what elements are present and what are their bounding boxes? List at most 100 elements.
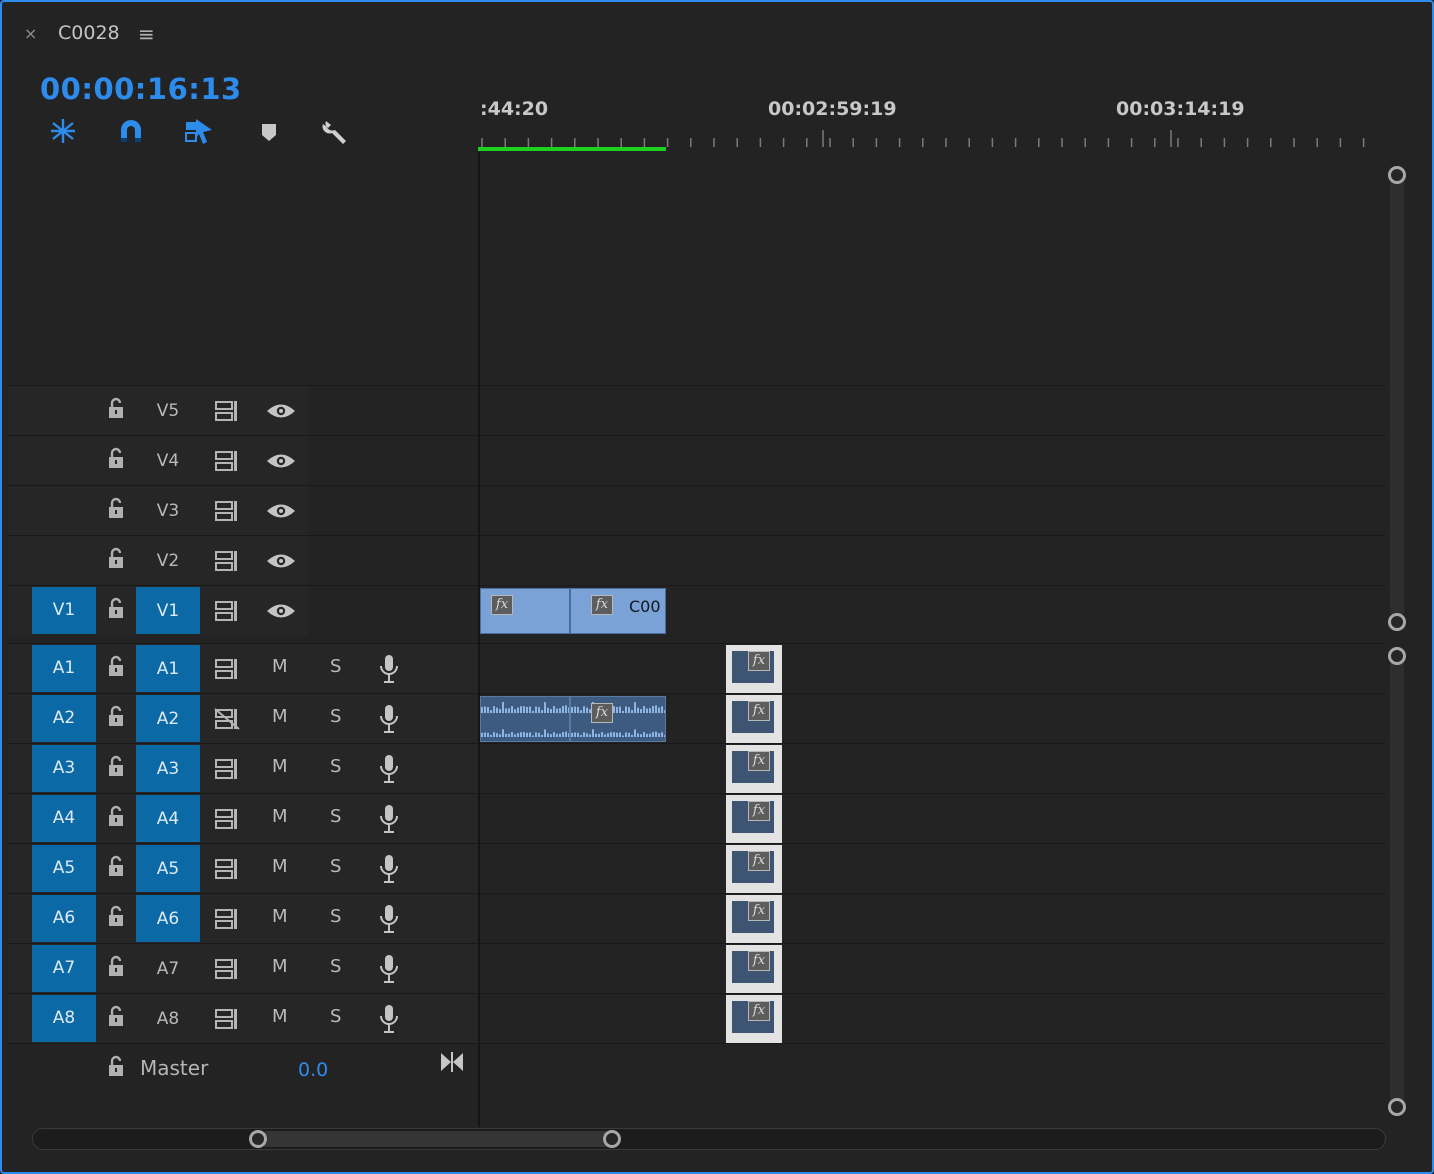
sync-lock-icon[interactable]: [214, 450, 240, 472]
small-audio-clip[interactable]: fx: [726, 895, 782, 943]
sync-lock-icon[interactable]: [214, 400, 240, 422]
scroll-handle-video-bottom[interactable]: [1388, 613, 1406, 631]
source-patch-a8[interactable]: A8: [32, 995, 96, 1042]
small-audio-clip[interactable]: fx: [726, 845, 782, 893]
microphone-icon[interactable]: [378, 704, 400, 734]
solo-button[interactable]: S: [330, 1006, 341, 1027]
track-target-v5[interactable]: V5: [136, 387, 200, 434]
video-track-lane[interactable]: [480, 386, 1386, 435]
audio-scroll-track[interactable]: [1390, 648, 1404, 1108]
solo-button[interactable]: S: [330, 706, 341, 727]
lock-icon[interactable]: [106, 1054, 126, 1080]
audio-track-lane[interactable]: fx: [480, 944, 1386, 993]
solo-button[interactable]: S: [330, 856, 341, 877]
zoom-handle-left[interactable]: [249, 1130, 267, 1148]
sync-lock-off-icon[interactable]: [214, 708, 240, 730]
track-target-v2[interactable]: V2: [136, 537, 200, 584]
video-clip[interactable]: fx: [480, 588, 570, 634]
lock-icon[interactable]: [106, 704, 126, 730]
video-scroll-track[interactable]: [1390, 166, 1404, 618]
lock-icon[interactable]: [106, 954, 126, 980]
microphone-icon[interactable]: [378, 1004, 400, 1034]
fit-to-fill-icon[interactable]: [440, 1052, 464, 1072]
audio-track-lane[interactable]: fx: [480, 744, 1386, 793]
lock-icon[interactable]: [106, 596, 126, 622]
small-audio-clip[interactable]: fx: [726, 645, 782, 693]
small-audio-clip[interactable]: fx: [726, 795, 782, 843]
sync-lock-icon[interactable]: [214, 500, 240, 522]
master-volume-value[interactable]: 0.0: [298, 1059, 328, 1081]
audio-track-lane[interactable]: fx: [480, 894, 1386, 943]
solo-button[interactable]: S: [330, 806, 341, 827]
sequence-tab-title[interactable]: C0028: [58, 22, 120, 44]
mute-button[interactable]: M: [272, 956, 288, 977]
mute-button[interactable]: M: [272, 1006, 288, 1027]
lock-icon[interactable]: [106, 754, 126, 780]
eye-icon[interactable]: [266, 452, 296, 470]
microphone-icon[interactable]: [378, 954, 400, 984]
audio-clip[interactable]: fx: [570, 696, 666, 742]
lock-icon[interactable]: [106, 854, 126, 880]
lock-icon[interactable]: [106, 654, 126, 680]
source-patch-a6[interactable]: A6: [32, 895, 96, 942]
lock-icon[interactable]: [106, 1004, 126, 1030]
track-target-v3[interactable]: V3: [136, 487, 200, 534]
sync-lock-icon[interactable]: [214, 958, 240, 980]
sync-lock-icon[interactable]: [214, 908, 240, 930]
sync-lock-icon[interactable]: [214, 550, 240, 572]
microphone-icon[interactable]: [378, 754, 400, 784]
solo-button[interactable]: S: [330, 906, 341, 927]
video-clip[interactable]: fx C00: [570, 588, 666, 634]
track-target-a3[interactable]: A3: [136, 745, 200, 792]
insert-nest-icon[interactable]: [48, 116, 78, 146]
microphone-icon[interactable]: [378, 904, 400, 934]
solo-button[interactable]: S: [330, 756, 341, 777]
close-tab-button[interactable]: ×: [24, 24, 37, 43]
microphone-icon[interactable]: [378, 854, 400, 884]
track-target-a6[interactable]: A6: [136, 895, 200, 942]
source-patch-a1[interactable]: A1: [32, 645, 96, 692]
scroll-handle-audio-top[interactable]: [1388, 647, 1406, 665]
sync-lock-icon[interactable]: [214, 858, 240, 880]
track-target-v1[interactable]: V1: [136, 587, 200, 634]
mute-button[interactable]: M: [272, 906, 288, 927]
solo-button[interactable]: S: [330, 656, 341, 677]
audio-track-lane[interactable]: fx: [480, 794, 1386, 843]
track-target-a7[interactable]: A7: [136, 945, 200, 992]
microphone-icon[interactable]: [378, 804, 400, 834]
panel-menu-button[interactable]: ≡: [138, 22, 155, 46]
microphone-icon[interactable]: [378, 654, 400, 684]
mute-button[interactable]: M: [272, 656, 288, 677]
solo-button[interactable]: S: [330, 956, 341, 977]
sync-lock-icon[interactable]: [214, 658, 240, 680]
source-patch-a3[interactable]: A3: [32, 745, 96, 792]
mute-button[interactable]: M: [272, 806, 288, 827]
source-patch-a7[interactable]: A7: [32, 945, 96, 992]
add-marker-icon[interactable]: [254, 116, 284, 146]
audio-clip[interactable]: [480, 696, 570, 742]
track-target-a4[interactable]: A4: [136, 795, 200, 842]
source-patch-a5[interactable]: A5: [32, 845, 96, 892]
mute-button[interactable]: M: [272, 856, 288, 877]
audio-track-lane[interactable]: fx: [480, 994, 1386, 1043]
zoom-handle-right[interactable]: [603, 1130, 621, 1148]
small-audio-clip[interactable]: fx: [726, 745, 782, 793]
wrench-settings-icon[interactable]: [320, 116, 350, 146]
lock-icon[interactable]: [106, 804, 126, 830]
eye-icon[interactable]: [266, 602, 296, 620]
source-patch-a4[interactable]: A4: [32, 795, 96, 842]
scroll-handle-top[interactable]: [1388, 166, 1406, 184]
video-track-lane[interactable]: [480, 536, 1386, 585]
track-target-v4[interactable]: V4: [136, 437, 200, 484]
lock-icon[interactable]: [106, 396, 126, 422]
small-audio-clip[interactable]: fx: [726, 995, 782, 1043]
linked-selection-icon[interactable]: [184, 116, 214, 146]
source-patch-a2[interactable]: A2: [32, 695, 96, 742]
audio-track-lane[interactable]: fx: [480, 844, 1386, 893]
lock-icon[interactable]: [106, 904, 126, 930]
lock-icon[interactable]: [106, 546, 126, 572]
work-area-bar[interactable]: [478, 147, 666, 151]
playhead-timecode[interactable]: 00:00:16:13: [40, 72, 242, 106]
source-patch-v1[interactable]: V1: [32, 587, 96, 634]
track-target-a1[interactable]: A1: [136, 645, 200, 692]
